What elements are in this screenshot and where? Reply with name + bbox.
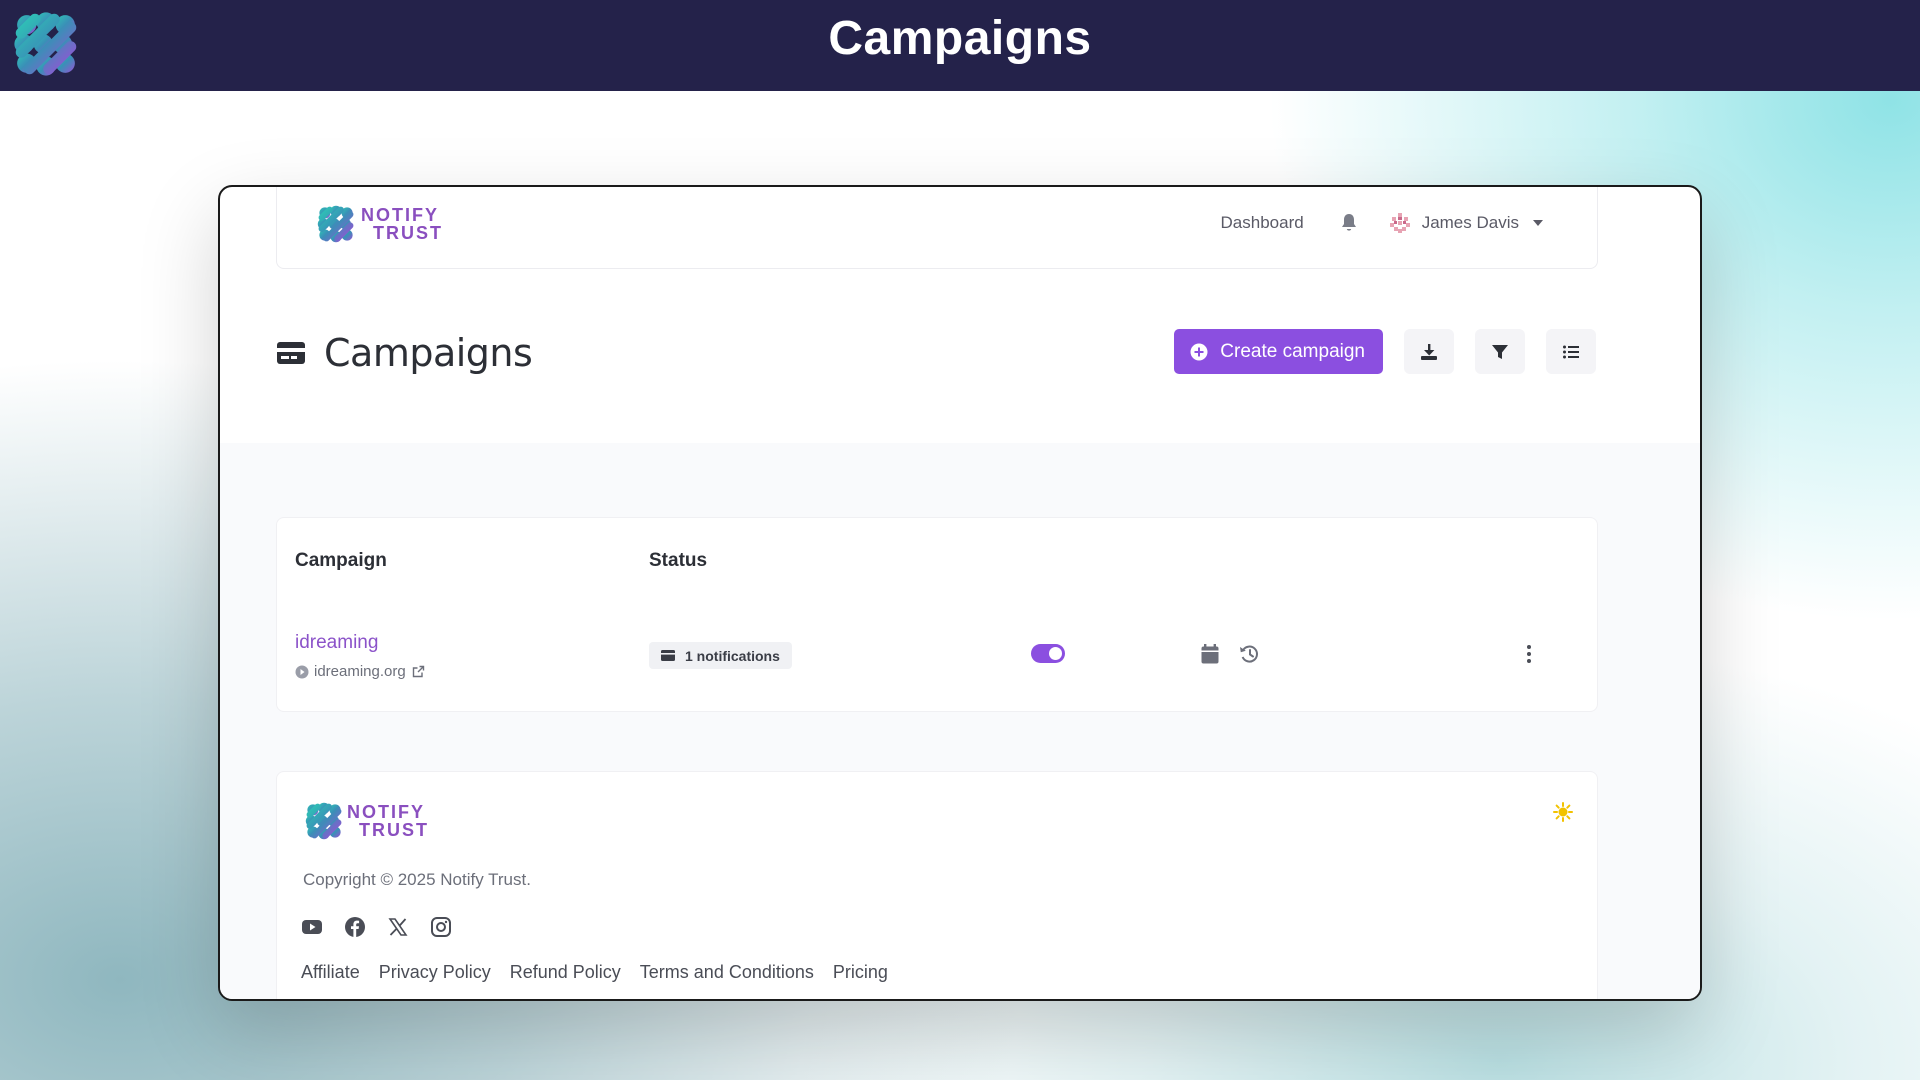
avatar[interactable] [1388,211,1412,235]
footer-link-affiliate[interactable]: Affiliate [301,962,360,983]
footer-links: Affiliate Privacy Policy Refund Policy T… [301,962,907,983]
external-link-icon[interactable] [412,665,425,678]
toolbar: Create campaign [1174,329,1596,374]
nav-dashboard-link[interactable]: Dashboard [1221,213,1304,233]
footer-brand-line-2: TRUST [359,820,429,840]
campaign-url-text[interactable]: idreaming.org [314,663,406,680]
download-button[interactable] [1404,329,1454,374]
column-header-status: Status [649,550,708,571]
footer-brand-line-1: NOTIFY [347,802,425,822]
credit-card-icon [277,342,305,364]
copyright-text: Copyright © 2025 Notify Trust. [303,870,531,889]
history-icon[interactable] [1239,644,1260,664]
download-icon [1421,343,1437,360]
navbar-right: Dashboard James Davis [1221,211,1543,235]
column-header-campaign: Campaign [295,550,387,571]
filter-button[interactable] [1475,329,1525,374]
navbar-brand[interactable]: NOTIFY TRUST [317,205,443,243]
create-campaign-button[interactable]: Create campaign [1174,329,1383,374]
brand-wordmark: NOTIFY TRUST [361,206,443,242]
sun-icon[interactable] [1553,802,1573,822]
brand-line-2: TRUST [373,223,443,243]
footer-link-pricing[interactable]: Pricing [833,962,888,983]
chevron-down-icon[interactable] [1533,220,1543,226]
notifications-count: 1 notifications [685,647,780,664]
list-icon [1563,345,1579,358]
footer-link-refund[interactable]: Refund Policy [510,962,621,983]
top-banner: Campaigns [0,0,1920,91]
calendar-icon[interactable] [1201,644,1219,664]
columns-button[interactable] [1546,329,1596,374]
page-header: Campaigns [276,331,533,375]
campaign-url[interactable]: idreaming.org [295,663,425,680]
brand-line-1: NOTIFY [361,205,439,225]
notifications-badge[interactable]: 1 notifications [649,642,792,669]
more-options-icon[interactable] [1526,644,1532,664]
instagram-icon[interactable] [430,916,452,938]
footer-link-terms[interactable]: Terms and Conditions [640,962,814,983]
campaigns-table: Campaign Status idreaming idreaming.org [276,517,1598,712]
footer-wordmark: NOTIFY TRUST [347,803,429,839]
plus-circle-icon [1190,343,1208,360]
card-icon [661,650,675,661]
create-campaign-label: Create campaign [1220,340,1365,362]
banner-title: Campaigns [828,12,1092,65]
navbar: NOTIFY TRUST Dashboard James Davis [276,187,1598,269]
footer: NOTIFY TRUST Copyright © 2025 Notify Tru… [276,771,1598,999]
x-icon[interactable] [387,916,409,938]
app-window: NOTIFY TRUST Dashboard James Davis Campa… [218,185,1702,1001]
campaign-name-link[interactable]: idreaming [295,632,378,654]
user-name[interactable]: James Davis [1422,213,1519,233]
footer-link-privacy[interactable]: Privacy Policy [379,962,491,983]
campaign-enabled-toggle[interactable] [1031,644,1065,663]
footer-brand[interactable]: NOTIFY TRUST [305,802,429,840]
toggle-knob [1049,647,1062,660]
info-circle-icon [295,665,309,678]
bell-icon[interactable] [1340,213,1358,233]
filter-icon [1492,344,1508,359]
youtube-icon[interactable] [301,916,323,938]
page-title: Campaigns [324,331,533,375]
facebook-icon[interactable] [344,916,366,938]
footer-logo-icon [305,802,343,840]
social-links [301,916,473,938]
brand-logo-icon [317,205,355,243]
